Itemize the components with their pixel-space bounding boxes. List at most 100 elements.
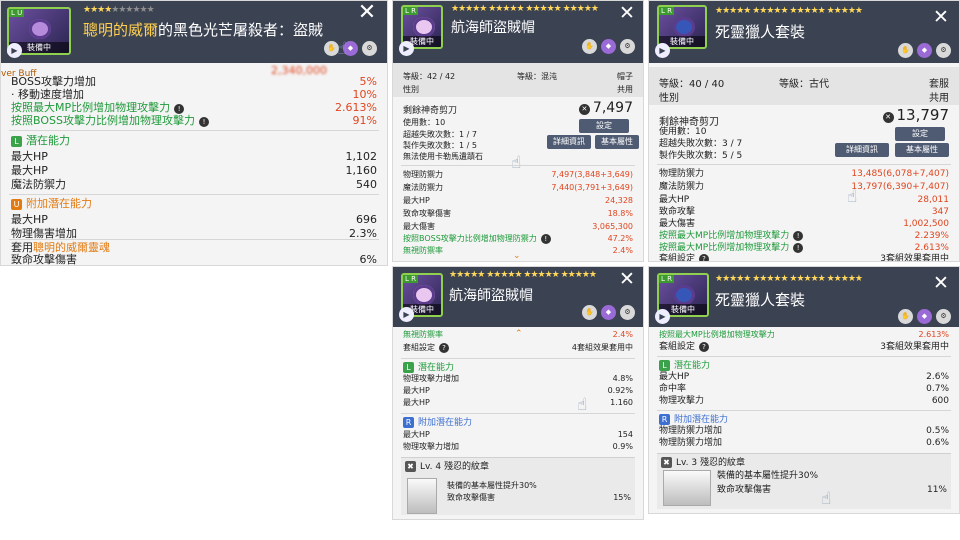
info-icon[interactable]: ? xyxy=(699,342,710,352)
divider xyxy=(9,130,379,131)
settings-icon[interactable]: ⚙ xyxy=(936,309,951,324)
stat-row: 致命攻擊傷害 18.8% xyxy=(403,209,633,218)
gem-icon: ✕ xyxy=(578,104,590,115)
divider xyxy=(401,358,635,359)
hand-cursor-icon: ☝ xyxy=(577,395,588,415)
potential-section-title: L 潛在能力 xyxy=(11,134,70,148)
stat-row: 按照最大MP比例增加物理攻擊力! 2.613% xyxy=(11,101,377,114)
play-icon[interactable]: ▶ xyxy=(399,307,414,322)
info-icon[interactable]: ? xyxy=(699,254,710,261)
header-icon-group: ✋ ◆ ⚙ xyxy=(898,43,951,58)
info-icon[interactable]: ! xyxy=(793,243,804,253)
info-icon[interactable]: ! xyxy=(174,104,185,114)
divider xyxy=(657,356,951,357)
soul-stat-row: 致命攻擊傷害 6% xyxy=(11,253,377,266)
potential-row: 最大HP 1.160 xyxy=(403,398,633,407)
close-icon[interactable]: ✕ xyxy=(931,273,951,293)
item-art-icon xyxy=(673,17,695,37)
base-stat-button[interactable]: 基本屬性 xyxy=(895,143,949,157)
item-title: 死靈獵人套裝 xyxy=(715,291,806,309)
gender-row: 性別 共用 xyxy=(659,93,949,104)
item-title: 聰明的威爾的黑色光芒屠殺者：盜賊 xyxy=(83,21,324,39)
divider xyxy=(9,194,379,195)
play-icon[interactable]: ▶ xyxy=(7,43,22,58)
settings-icon[interactable]: ⚙ xyxy=(936,43,951,58)
stat-row: · 移動速度增加 10% xyxy=(11,88,377,101)
item-rank-badge: L R xyxy=(403,275,418,283)
settings-icon[interactable]: ⚙ xyxy=(362,41,377,56)
info-icon[interactable]: ? xyxy=(439,343,449,353)
item-tooltip-hat-lower: L R 裝備中 ★★★★★ ★★★★★ ★★★★★ ★★★★★ 航海師盜賊帽 ✕… xyxy=(392,266,644,520)
gem-icon[interactable]: ◆ xyxy=(917,309,932,324)
star-rating: ★★★★★ ★★★★★ ★★★★★ ★★★★★ xyxy=(451,4,599,14)
potential-row: 最大HP 2.6% xyxy=(659,372,949,382)
info-icon[interactable]: ! xyxy=(793,231,804,241)
play-icon[interactable]: ▶ xyxy=(655,309,670,324)
item-title: 航海師盜賊帽 xyxy=(449,288,533,304)
stat-row: BOSS攻擊力增加 5% xyxy=(11,75,377,88)
lock-icon[interactable]: ✋ xyxy=(582,39,597,54)
info-icon[interactable]: ! xyxy=(198,117,209,127)
potential-row: 命中率 0.7% xyxy=(659,384,949,394)
item-tooltip-soul-weapon: L U 裝備中 ★★★★★★★★★★ 聰明的威爾的黑色光芒屠殺者：盜賊 ✕ ▶ … xyxy=(0,0,388,266)
additional-potential-row: 物理防禦力增加 0.5% xyxy=(659,426,949,436)
additional-potential-section-title: R 附加潛在能力 xyxy=(403,416,472,430)
close-icon[interactable]: ✕ xyxy=(617,3,637,23)
item-art-icon xyxy=(29,19,51,39)
emblem-section: ✖ Lv. 3 殘忍的紋章 裝備的基本屬性提升30% 致命攻擊傷害 11% xyxy=(657,453,951,509)
item-art-icon xyxy=(413,17,435,37)
set-button[interactable]: 設定 xyxy=(895,127,945,141)
gem-icon[interactable]: ◆ xyxy=(601,305,616,320)
play-icon[interactable]: ▶ xyxy=(399,41,414,56)
header-icon-group: ✋ ◆ ⚙ xyxy=(898,309,951,324)
stat-row: 物理防禦力 13,485(6,078+7,407) xyxy=(659,169,949,179)
star-rating: ★★★★★★★★★★ xyxy=(83,5,155,15)
close-icon[interactable]: ✕ xyxy=(357,2,377,24)
additional-potential-row: 物理防禦力增加 0.6% xyxy=(659,438,949,448)
item-rank-badge: L R xyxy=(659,7,674,15)
emblem-image xyxy=(407,478,437,514)
divider xyxy=(401,165,635,166)
additional-potential-section-title: U 附加潛在能力 xyxy=(11,197,92,211)
lock-icon[interactable]: ✋ xyxy=(898,309,913,324)
base-stat-button[interactable]: 基本屬性 xyxy=(595,135,639,149)
item-title: 航海師盜賊帽 xyxy=(451,20,535,36)
item-tooltip-outfit-lower: L R 裝備中 ★★★★★ ★★★★★ ★★★★★ ★★★★★ 死靈獵人套裝 ✕… xyxy=(648,266,960,514)
lock-icon[interactable]: ✋ xyxy=(898,43,913,58)
divider xyxy=(657,410,951,411)
potential-row: 物理攻擊力增加 4.8% xyxy=(403,374,633,383)
settings-icon[interactable]: ⚙ xyxy=(620,39,635,54)
play-icon[interactable]: ▶ xyxy=(655,43,670,58)
emblem-section: ✖ Lv. 4 殘忍的紋章 裝備的基本屬性提升30% 致命攻擊傷害 15% xyxy=(401,457,635,515)
close-icon[interactable]: ✕ xyxy=(617,269,637,289)
tooltip-header: L R 裝備中 ★★★★★ ★★★★★ ★★★★★ ★★★★★ 死靈獵人套裝 ✕… xyxy=(649,1,959,63)
item-rank-badge: L U xyxy=(9,9,25,17)
star-rating: ★★★★★ ★★★★★ ★★★★★ ★★★★★ xyxy=(449,270,597,280)
item-art-icon xyxy=(673,285,695,305)
emblem-desc: 裝備的基本屬性提升30% xyxy=(447,481,537,490)
down-chevron-icon[interactable]: ⌄ xyxy=(513,251,521,261)
set-button[interactable]: 設定 xyxy=(579,119,629,133)
potential-row: 物理攻擊力 600 xyxy=(659,396,949,406)
divider xyxy=(401,413,635,414)
close-icon[interactable]: ✕ xyxy=(931,7,951,27)
tooltip-header: L R 裝備中 ★★★★★ ★★★★★ ★★★★★ ★★★★★ 航海師盜賊帽 ✕… xyxy=(393,267,643,327)
stat-row: 按照最大MP比例增加物理攻擊力! 2.239% xyxy=(659,231,949,241)
gem-icon[interactable]: ◆ xyxy=(917,43,932,58)
up-chevron-icon[interactable]: ⌃ xyxy=(515,329,523,339)
lock-icon[interactable]: ✋ xyxy=(582,305,597,320)
detail-info-button[interactable]: 詳細資訊 xyxy=(547,135,591,149)
set-effect-row: 套組設定? 3套組效果套用中 xyxy=(659,342,949,352)
gem-icon: ✕ xyxy=(882,112,894,123)
additional-potential-row: 最大HP 696 xyxy=(11,213,377,226)
settings-icon[interactable]: ⚙ xyxy=(620,305,635,320)
info-icon[interactable]: ! xyxy=(540,234,551,244)
tooltip-header: L R 裝備中 ★★★★★ ★★★★★ ★★★★★ ★★★★★ 航海師盜賊帽 ✕… xyxy=(393,1,643,63)
stat-row: 按照BOSS攻擊力比例增加物理攻擊力! 91% xyxy=(11,114,377,127)
stat-row: 最大傷害 1,002,500 xyxy=(659,219,949,229)
star-rating: ★★★★★ ★★★★★ ★★★★★ ★★★★★ xyxy=(715,274,863,284)
stat-row: 魔法防禦力 13,797(6,390+7,407) xyxy=(659,182,949,192)
level-row: 等級：42 / 42 等級：混沌 帽子 xyxy=(403,72,633,81)
gem-icon[interactable]: ◆ xyxy=(601,39,616,54)
detail-info-button[interactable]: 詳細資訊 xyxy=(835,143,889,157)
